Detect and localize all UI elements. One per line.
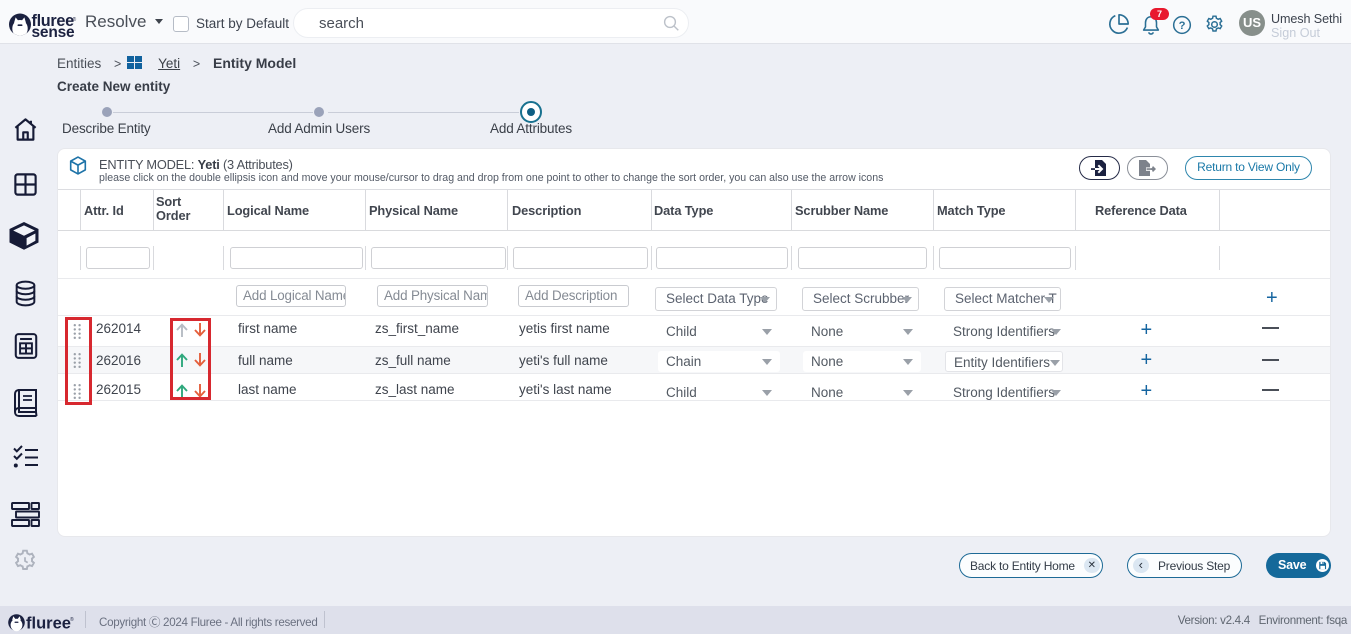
svg-text:®: ®	[70, 616, 74, 623]
svg-text:?: ?	[1179, 20, 1186, 32]
svg-text:®: ®	[73, 16, 77, 23]
svg-text:sense: sense	[32, 24, 76, 37]
svg-text:fluree: fluree	[26, 615, 71, 633]
